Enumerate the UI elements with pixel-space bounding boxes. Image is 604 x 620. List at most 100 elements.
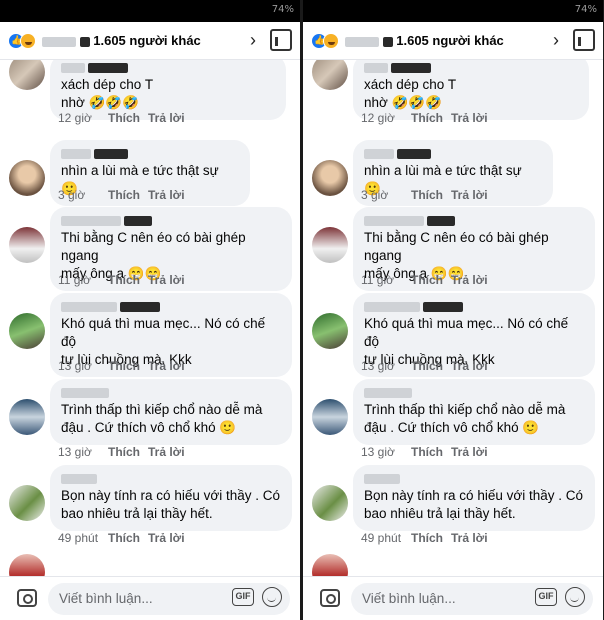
- reactions-summary[interactable]: 1.605 người khác: [345, 33, 504, 48]
- reactions-header[interactable]: 1.605 người khác ›: [303, 22, 603, 60]
- avatar[interactable]: [312, 313, 348, 349]
- reply-link[interactable]: Trả lời: [148, 359, 185, 373]
- like-link[interactable]: Thích: [108, 445, 148, 459]
- avatar[interactable]: [312, 485, 348, 521]
- like-link[interactable]: Thích: [411, 359, 451, 373]
- avatar[interactable]: [312, 554, 348, 576]
- redacted-name: [397, 149, 431, 159]
- reply-link[interactable]: Trả lời: [148, 445, 185, 459]
- like-link[interactable]: Thích: [108, 359, 148, 373]
- comment-author[interactable]: [61, 385, 281, 401]
- comment-meta: 11 giờ Thích Trả lời: [361, 273, 488, 287]
- like-link[interactable]: Thích: [411, 273, 451, 287]
- comment-composer: Viết bình luận... GIF: [303, 576, 603, 620]
- comment-author[interactable]: [61, 146, 239, 162]
- comment-time: 11 giờ: [361, 273, 394, 287]
- screen-right: 74% 1.605 người khác › xách dép cho T nh…: [303, 0, 603, 620]
- comment-text: Bọn này tính ra có hiếu với thầy . Có ba…: [61, 488, 280, 521]
- comment-bubble[interactable]: Bọn này tính ra có hiếu với thầy . Có ba…: [353, 465, 595, 531]
- avatar[interactable]: [312, 227, 348, 263]
- gif-button[interactable]: GIF: [232, 588, 254, 606]
- reply-link[interactable]: Trả lời: [148, 188, 185, 202]
- redacted-name: [79, 36, 90, 47]
- avatar[interactable]: [312, 160, 348, 196]
- comment-author[interactable]: [61, 299, 281, 315]
- reply-link[interactable]: Trả lời: [451, 359, 488, 373]
- emoji-icon[interactable]: [565, 587, 585, 607]
- comment-author[interactable]: [364, 471, 584, 487]
- comment-list[interactable]: xách dép cho T nhờ 🤣🤣🤣 12 giờ Thích Trả lời…: [0, 60, 300, 576]
- comment-author[interactable]: [364, 385, 584, 401]
- gif-button[interactable]: GIF: [535, 588, 557, 606]
- comment-meta: 49 phút Thích Trả lời: [361, 531, 488, 545]
- comment-meta: 13 giờ Thích Trả lời: [361, 445, 488, 459]
- redacted-name: [61, 388, 109, 398]
- like-link[interactable]: Thích: [411, 445, 451, 459]
- chevron-right-icon[interactable]: ›: [553, 30, 559, 51]
- comment-author[interactable]: [364, 60, 578, 76]
- avatar[interactable]: [9, 160, 45, 196]
- like-link[interactable]: Thích: [108, 531, 148, 545]
- redacted-name: [364, 474, 400, 484]
- chevron-right-icon[interactable]: ›: [250, 30, 256, 51]
- comment-item: Khó quá thì mua mẹc... Nó có chế độ tự l…: [0, 293, 300, 381]
- reply-link[interactable]: Trả lời: [451, 531, 488, 545]
- like-link[interactable]: Thích: [108, 273, 148, 287]
- like-button-icon[interactable]: [573, 29, 595, 51]
- comment-author[interactable]: [364, 213, 584, 229]
- like-link[interactable]: Thích: [411, 111, 451, 125]
- comment-time: 13 giờ: [58, 445, 92, 459]
- reply-link[interactable]: Trả lời: [148, 111, 185, 125]
- emoji-icon[interactable]: [262, 587, 282, 607]
- reply-link[interactable]: Trả lời: [148, 531, 185, 545]
- avatar[interactable]: [312, 399, 348, 435]
- comment-list[interactable]: xách dép cho T nhờ 🤣🤣🤣 12 giờ Thích Trả lời…: [303, 60, 603, 576]
- comment-meta: 12 giờ Thích Trả lời: [361, 111, 488, 125]
- camera-icon[interactable]: [320, 589, 340, 607]
- avatar[interactable]: [9, 313, 45, 349]
- comment-bubble[interactable]: Trình thấp thì kiếp chổ nào dễ mà đậu . …: [353, 379, 595, 445]
- comment-time: 13 giờ: [361, 445, 395, 459]
- reply-link[interactable]: Trả lời: [451, 445, 488, 459]
- comment-item: Bọn này tính ra có hiếu với thầy . Có ba…: [303, 465, 603, 553]
- like-link[interactable]: Thích: [411, 531, 451, 545]
- comment-bubble[interactable]: Trình thấp thì kiếp chổ nào dễ mà đậu . …: [50, 379, 292, 445]
- avatar[interactable]: [9, 60, 45, 90]
- comment-meta: 3 giờ Thích Trả lời: [361, 188, 488, 202]
- redacted-name: [364, 302, 420, 312]
- comment-author[interactable]: [364, 146, 542, 162]
- reply-link[interactable]: Trả lời: [451, 188, 488, 202]
- redacted-name: [345, 36, 379, 47]
- redacted-name: [364, 63, 388, 73]
- avatar[interactable]: [9, 554, 45, 576]
- avatar[interactable]: [9, 485, 45, 521]
- redacted-name: [61, 216, 121, 226]
- comment-text: Trình thấp thì kiếp chổ nào dễ mà đậu . …: [364, 402, 566, 435]
- avatar[interactable]: [9, 227, 45, 263]
- comment-text: xách dép cho T nhờ 🤣🤣🤣: [61, 77, 154, 110]
- comment-meta: 13 giờ Thích Trả lời: [58, 359, 185, 373]
- like-link[interactable]: Thích: [108, 188, 148, 202]
- like-link[interactable]: Thích: [411, 188, 451, 202]
- reply-link[interactable]: Trả lời: [451, 273, 488, 287]
- avatar[interactable]: [9, 399, 45, 435]
- comment-author[interactable]: [364, 299, 584, 315]
- comment-author[interactable]: [61, 213, 281, 229]
- reactions-summary[interactable]: 1.605 người khác: [42, 33, 201, 48]
- camera-icon[interactable]: [17, 589, 37, 607]
- comment-item: nhìn a lùi mà e tức thật sự 🙂 3 giờ Thích T…: [303, 140, 603, 210]
- comment-time: 13 giờ: [58, 359, 92, 373]
- comment-item: xách dép cho T nhờ 🤣🤣🤣 12 giờ Thích Trả lời: [0, 60, 300, 133]
- comment-bubble[interactable]: Bọn này tính ra có hiếu với thầy . Có ba…: [50, 465, 292, 531]
- reply-link[interactable]: Trả lời: [148, 273, 185, 287]
- comment-item: Thi bằng C nên éo có bài ghép ngang mấy …: [0, 207, 300, 295]
- comment-author[interactable]: [61, 471, 281, 487]
- comment-author[interactable]: [61, 60, 275, 76]
- like-link[interactable]: Thích: [108, 111, 148, 125]
- reply-link[interactable]: Trả lời: [451, 111, 488, 125]
- like-button-icon[interactable]: [270, 29, 292, 51]
- reactions-header[interactable]: 1.605 người khác ›: [0, 22, 300, 60]
- comment-item: xách dép cho T nhờ 🤣🤣🤣 12 giờ Thích Trả lời: [303, 60, 603, 133]
- avatar[interactable]: [312, 60, 348, 90]
- redacted-name: [42, 36, 76, 47]
